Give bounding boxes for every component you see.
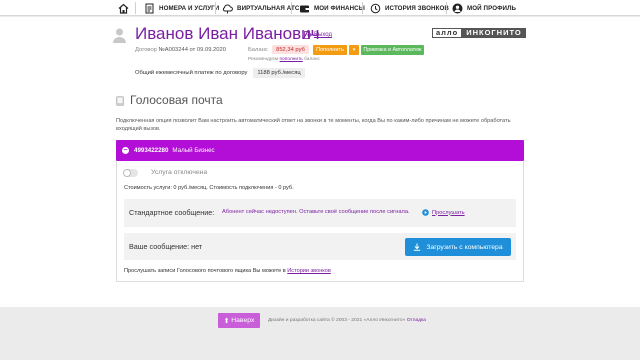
nav-my-finances[interactable]: МОИ ФИНАНСЫ [299, 2, 365, 14]
user-name: Иванов Иван Иванович [135, 24, 320, 43]
nav-label: МОЙ ПРОФИЛЬ [467, 4, 517, 12]
home-icon [118, 3, 129, 14]
nav-label: ИСТОРИЯ ЗВОНКОВ [385, 4, 449, 12]
footer-text: Дизайн и разработка сайта © 2003 - 2021 … [268, 318, 406, 323]
topup-recommendation: Рекомендуем пополнить баланс [248, 57, 320, 62]
reco-prefix: Рекомендуем [248, 57, 279, 62]
footer-copyright: Дизайн и разработка сайта © 2003 - 2021 … [268, 318, 426, 323]
phone-number: 4993422280 [134, 147, 169, 154]
listen-link[interactable]: Прослушать [422, 209, 465, 216]
balance-label: Баланс [248, 47, 268, 53]
tariff-plan: Малый Бизнес [172, 147, 215, 154]
back-to-top-button[interactable]: ⬆ Наверх [218, 313, 260, 328]
topup-dropdown-button[interactable]: ▾ [349, 45, 359, 55]
service-status: Услуга отключена [151, 169, 208, 176]
nav-my-profile[interactable]: МОЙ ПРОФИЛЬ [452, 2, 516, 14]
balance-value: 852,34 руб [272, 45, 309, 54]
up-arrow-icon: ⬆ [223, 317, 232, 325]
history-prefix: Прослушать записи Голосового почтового я… [124, 268, 286, 274]
nav-numbers-services[interactable]: НОМЕРА И УСЛУГИ [144, 2, 219, 14]
monthly-payment-label: Общий ежемесячный платеж по договору [135, 70, 248, 76]
logout-label: Выход [314, 32, 332, 38]
download-icon [413, 243, 421, 251]
footer-link[interactable]: Отладка [407, 318, 426, 323]
upload-from-computer-button[interactable]: Загрузить с компьютера [405, 238, 511, 256]
listen-label: Прослушать [432, 209, 465, 216]
nav-call-history[interactable]: ИСТОРИЯ ЗВОНКОВ [370, 2, 449, 14]
reco-suffix: баланс [304, 57, 320, 62]
user-icon [452, 3, 463, 14]
history-note: Прослушать записи Голосового почтового я… [124, 268, 331, 274]
top-navigation: НОМЕРА И УСЛУГИ ВИРТУАЛЬНАЯ АТС МОИ ФИНА… [0, 0, 640, 16]
nav-virtual-pbx[interactable]: ВИРТУАЛЬНАЯ АТС [222, 2, 299, 14]
clock-icon [370, 3, 381, 14]
cloud-icon [222, 3, 233, 14]
topup-button[interactable]: Пополнить [313, 45, 347, 55]
back-to-top-label: Наверх [231, 317, 255, 324]
contract-value: №A003244 от 09.09.2020 [158, 47, 226, 53]
phone-number-bar[interactable]: − 4993422280 Малый Бизнес [116, 140, 524, 161]
logout-icon [304, 31, 313, 39]
user-avatar-icon [113, 28, 126, 43]
monthly-payment-value: 1188 руб./месяц [253, 68, 305, 78]
standard-message-row: Стандартное сообщение: Абонент сейчас не… [124, 199, 516, 227]
page-description: Подключенная опция позволит Вам настроит… [116, 118, 511, 132]
contract-label: Договор [135, 47, 157, 53]
reco-topup-link[interactable]: пополнить [280, 57, 303, 62]
nav-home[interactable] [118, 2, 133, 14]
contract-info: Договор №A003244 от 09.09.2020 [135, 47, 226, 53]
toggle-knob [123, 169, 131, 177]
upload-label: Загрузить с компьютера [426, 243, 503, 251]
collapse-icon[interactable]: − [122, 147, 129, 154]
standard-message-text: Абонент сейчас недоступен. Оставьте своё… [222, 209, 410, 215]
service-toggle[interactable] [123, 169, 138, 177]
call-history-link[interactable]: Истории звонков [287, 268, 331, 274]
company-logo[interactable]: алло ИНКОГНИТО [432, 28, 526, 38]
logo-part-1: алло [432, 28, 463, 38]
your-message-label: Ваше сообщение: нет [129, 242, 203, 251]
play-icon [422, 209, 429, 216]
page-title: Голосовая почта [116, 93, 223, 107]
nav-label: МОИ ФИНАНСЫ [314, 4, 365, 12]
logo-part-2: ИНКОГНИТО [462, 28, 526, 38]
autopay-button[interactable]: Привязка и Автоплатеж [361, 45, 424, 55]
document-icon [144, 3, 155, 14]
phone-icon [116, 95, 124, 106]
logout-link[interactable]: Выход [304, 31, 332, 39]
page-title-text: Голосовая почта [130, 93, 223, 107]
standard-message-label: Стандартное сообщение: [129, 208, 215, 217]
nav-label: НОМЕРА И УСЛУГИ [159, 4, 220, 12]
wallet-icon [299, 3, 310, 14]
service-cost: Стоимость услуги: 0 руб./месяц. Стоимост… [124, 185, 294, 191]
